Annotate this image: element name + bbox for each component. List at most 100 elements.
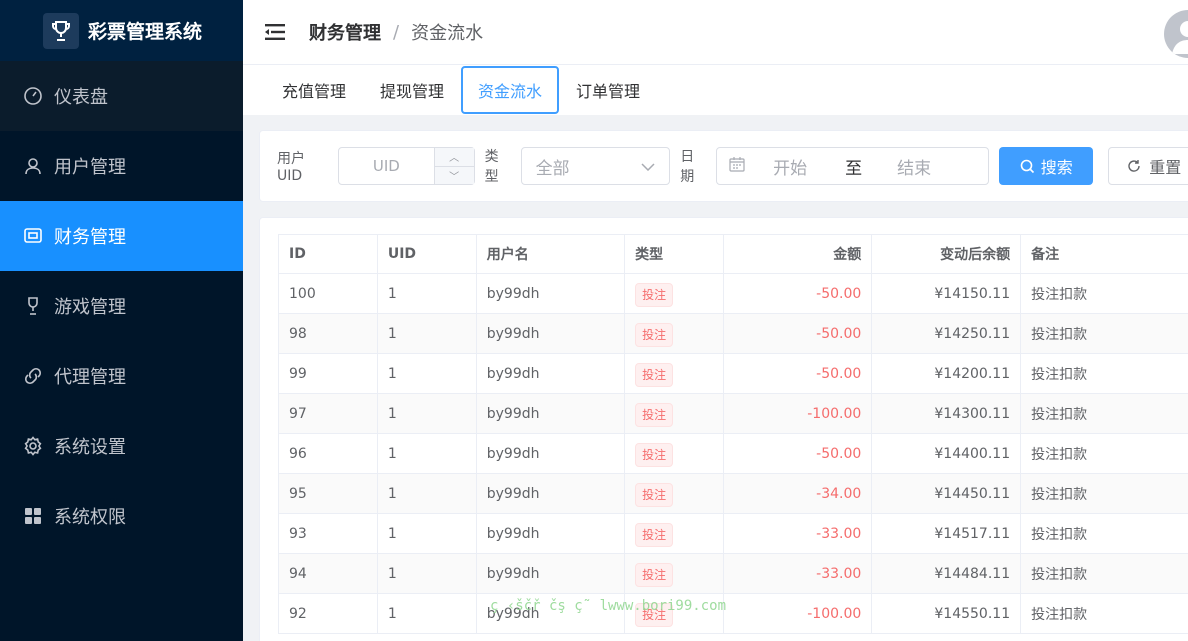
cell-id: 94 — [278, 553, 378, 594]
avatar[interactable] — [1164, 10, 1188, 58]
col-id[interactable]: ID — [278, 234, 378, 274]
table-row[interactable]: 97 1 by99dh 投注 -100.00 ¥14300.11 投注扣款 — [278, 393, 1188, 434]
sidebar-item-games[interactable]: 游戏管理 — [0, 271, 243, 341]
date-end-input[interactable]: 结束 — [897, 154, 931, 179]
table-row[interactable]: 96 1 by99dh 投注 -50.00 ¥14400.11 投注扣款 — [278, 433, 1188, 474]
cell-username: by99dh — [475, 393, 626, 434]
cell-amount: -50.00 — [722, 433, 873, 474]
cell-amount: -100.00 — [722, 593, 873, 634]
col-balance[interactable]: 变动后余额 — [871, 234, 1022, 274]
cell-uid: 1 — [376, 273, 477, 314]
sidebar-item-users[interactable]: 用户管理 — [0, 131, 243, 201]
cell-uid: 1 — [376, 553, 477, 594]
date-start-input[interactable]: 开始 — [773, 154, 833, 179]
uid-placeholder[interactable]: UID — [339, 148, 434, 184]
uid-input[interactable]: UID ︿ ﹀ — [338, 147, 475, 185]
link-icon — [23, 366, 43, 386]
refresh-icon — [1127, 159, 1141, 173]
breadcrumb-item-finance[interactable]: 财务管理 — [309, 19, 381, 45]
dashboard-icon — [23, 86, 43, 106]
type-select[interactable]: 全部 — [520, 147, 671, 185]
reset-button[interactable]: 重置 — [1108, 147, 1188, 185]
sidebar-item-permissions[interactable]: 系统权限 — [0, 481, 243, 551]
chevron-down-icon — [641, 156, 655, 176]
cell-balance: ¥14300.11 — [871, 393, 1022, 434]
type-tag: 投注 — [635, 562, 674, 587]
table-row[interactable]: 93 1 by99dh 投注 -33.00 ¥14517.11 投注扣款 — [278, 513, 1188, 554]
tab-orders[interactable]: 订单管理 — [559, 66, 657, 114]
type-tag: 投注 — [635, 402, 674, 427]
sidebar: 彩票管理系统 仪表盘 用户管理 财务管理 游戏管理 代理管理 系统设置 系统权限 — [0, 0, 243, 641]
sidebar-item-dashboard[interactable]: 仪表盘 — [0, 61, 243, 131]
col-type[interactable]: 类型 — [624, 234, 724, 274]
cell-type: 投注 — [624, 313, 724, 354]
col-username[interactable]: 用户名 — [475, 234, 626, 274]
table-row[interactable]: 99 1 by99dh 投注 -50.00 ¥14200.11 投注扣款 — [278, 353, 1188, 394]
cell-type: 投注 — [624, 393, 724, 434]
type-tag: 投注 — [635, 482, 674, 507]
tab-bar: 充值管理 提现管理 资金流水 订单管理 — [243, 65, 1188, 115]
sidebar-item-label: 代理管理 — [54, 367, 126, 388]
tab-recharge[interactable]: 充值管理 — [265, 66, 363, 114]
cell-id: 93 — [278, 513, 378, 554]
cell-amount: -100.00 — [722, 393, 873, 434]
sidebar-item-label: 系统权限 — [54, 507, 126, 528]
col-amount[interactable]: 金额 — [722, 234, 873, 274]
cell-id: 98 — [278, 313, 378, 354]
trophy-icon — [23, 296, 43, 316]
trophy-logo-icon — [43, 12, 79, 49]
type-select-value: 全部 — [535, 158, 570, 179]
cell-balance: ¥14484.11 — [871, 553, 1022, 594]
sidebar-item-finance[interactable]: 财务管理 — [0, 201, 243, 271]
tab-fund-flow[interactable]: 资金流水 — [461, 66, 560, 114]
search-button-label: 搜索 — [1040, 158, 1073, 177]
tab-withdraw[interactable]: 提现管理 — [363, 66, 461, 114]
sidebar-item-settings[interactable]: 系统设置 — [0, 411, 243, 481]
cell-type: 投注 — [624, 553, 724, 594]
cell-id: 100 — [278, 273, 378, 314]
cell-type: 投注 — [624, 273, 724, 314]
cell-balance: ¥14200.11 — [871, 353, 1022, 394]
table-row[interactable]: 100 1 by99dh 投注 -50.00 ¥14150.11 投注扣款 — [278, 273, 1188, 314]
cell-id: 92 — [278, 593, 378, 634]
uid-label: 用户UID — [277, 151, 305, 184]
cell-remark: 投注扣款 — [1020, 433, 1188, 474]
cell-uid: 1 — [376, 313, 477, 354]
decrement-button[interactable]: ﹀ — [434, 166, 474, 184]
date-range-picker[interactable]: 开始 至 结束 — [716, 147, 990, 185]
user-icon — [23, 156, 43, 176]
table-header-row: ID UID 用户名 类型 金额 变动后余额 备注 — [278, 234, 1188, 274]
col-remark[interactable]: 备注 — [1020, 234, 1188, 274]
search-button[interactable]: 搜索 — [999, 147, 1094, 185]
table-row[interactable]: 95 1 by99dh 投注 -34.00 ¥14450.11 投注扣款 — [278, 473, 1188, 514]
cell-amount: -50.00 — [722, 313, 873, 354]
cell-username: by99dh — [475, 553, 626, 594]
menu-fold-icon[interactable] — [265, 23, 285, 41]
sidebar-item-label: 游戏管理 — [54, 297, 126, 318]
cell-type: 投注 — [624, 353, 724, 394]
date-label: 日期 — [680, 149, 695, 185]
wallet-icon — [23, 226, 43, 246]
sidebar-item-agents[interactable]: 代理管理 — [0, 341, 243, 411]
cell-amount: -50.00 — [722, 273, 873, 314]
search-form: 用户UID UID ︿ ﹀ 类型 全部 日期 开始 至 结束 搜索 重置 — [259, 130, 1188, 202]
sidebar-item-label: 财务管理 — [54, 227, 126, 248]
cell-amount: -33.00 — [722, 513, 873, 554]
cell-remark: 投注扣款 — [1020, 593, 1188, 634]
cell-uid: 1 — [376, 353, 477, 394]
type-tag: 投注 — [635, 362, 674, 387]
type-tag: 投注 — [635, 442, 674, 467]
table-row[interactable]: 98 1 by99dh 投注 -50.00 ¥14250.11 投注扣款 — [278, 313, 1188, 354]
cell-username: by99dh — [475, 273, 626, 314]
app-logo[interactable]: 彩票管理系统 — [0, 0, 243, 61]
table-row[interactable]: 92 1 by99dh 投注 -100.00 ¥14550.11 投注扣款 — [278, 593, 1188, 634]
col-uid[interactable]: UID — [376, 234, 477, 274]
cell-uid: 1 — [376, 473, 477, 514]
increment-button[interactable]: ︿ — [434, 148, 474, 167]
table-row[interactable]: 94 1 by99dh 投注 -33.00 ¥14484.11 投注扣款 — [278, 553, 1188, 594]
cell-remark: 投注扣款 — [1020, 273, 1188, 314]
grid-icon — [23, 506, 43, 526]
sidebar-item-label: 用户管理 — [54, 157, 126, 178]
cell-username: by99dh — [475, 473, 626, 514]
cell-username: by99dh — [475, 313, 626, 354]
